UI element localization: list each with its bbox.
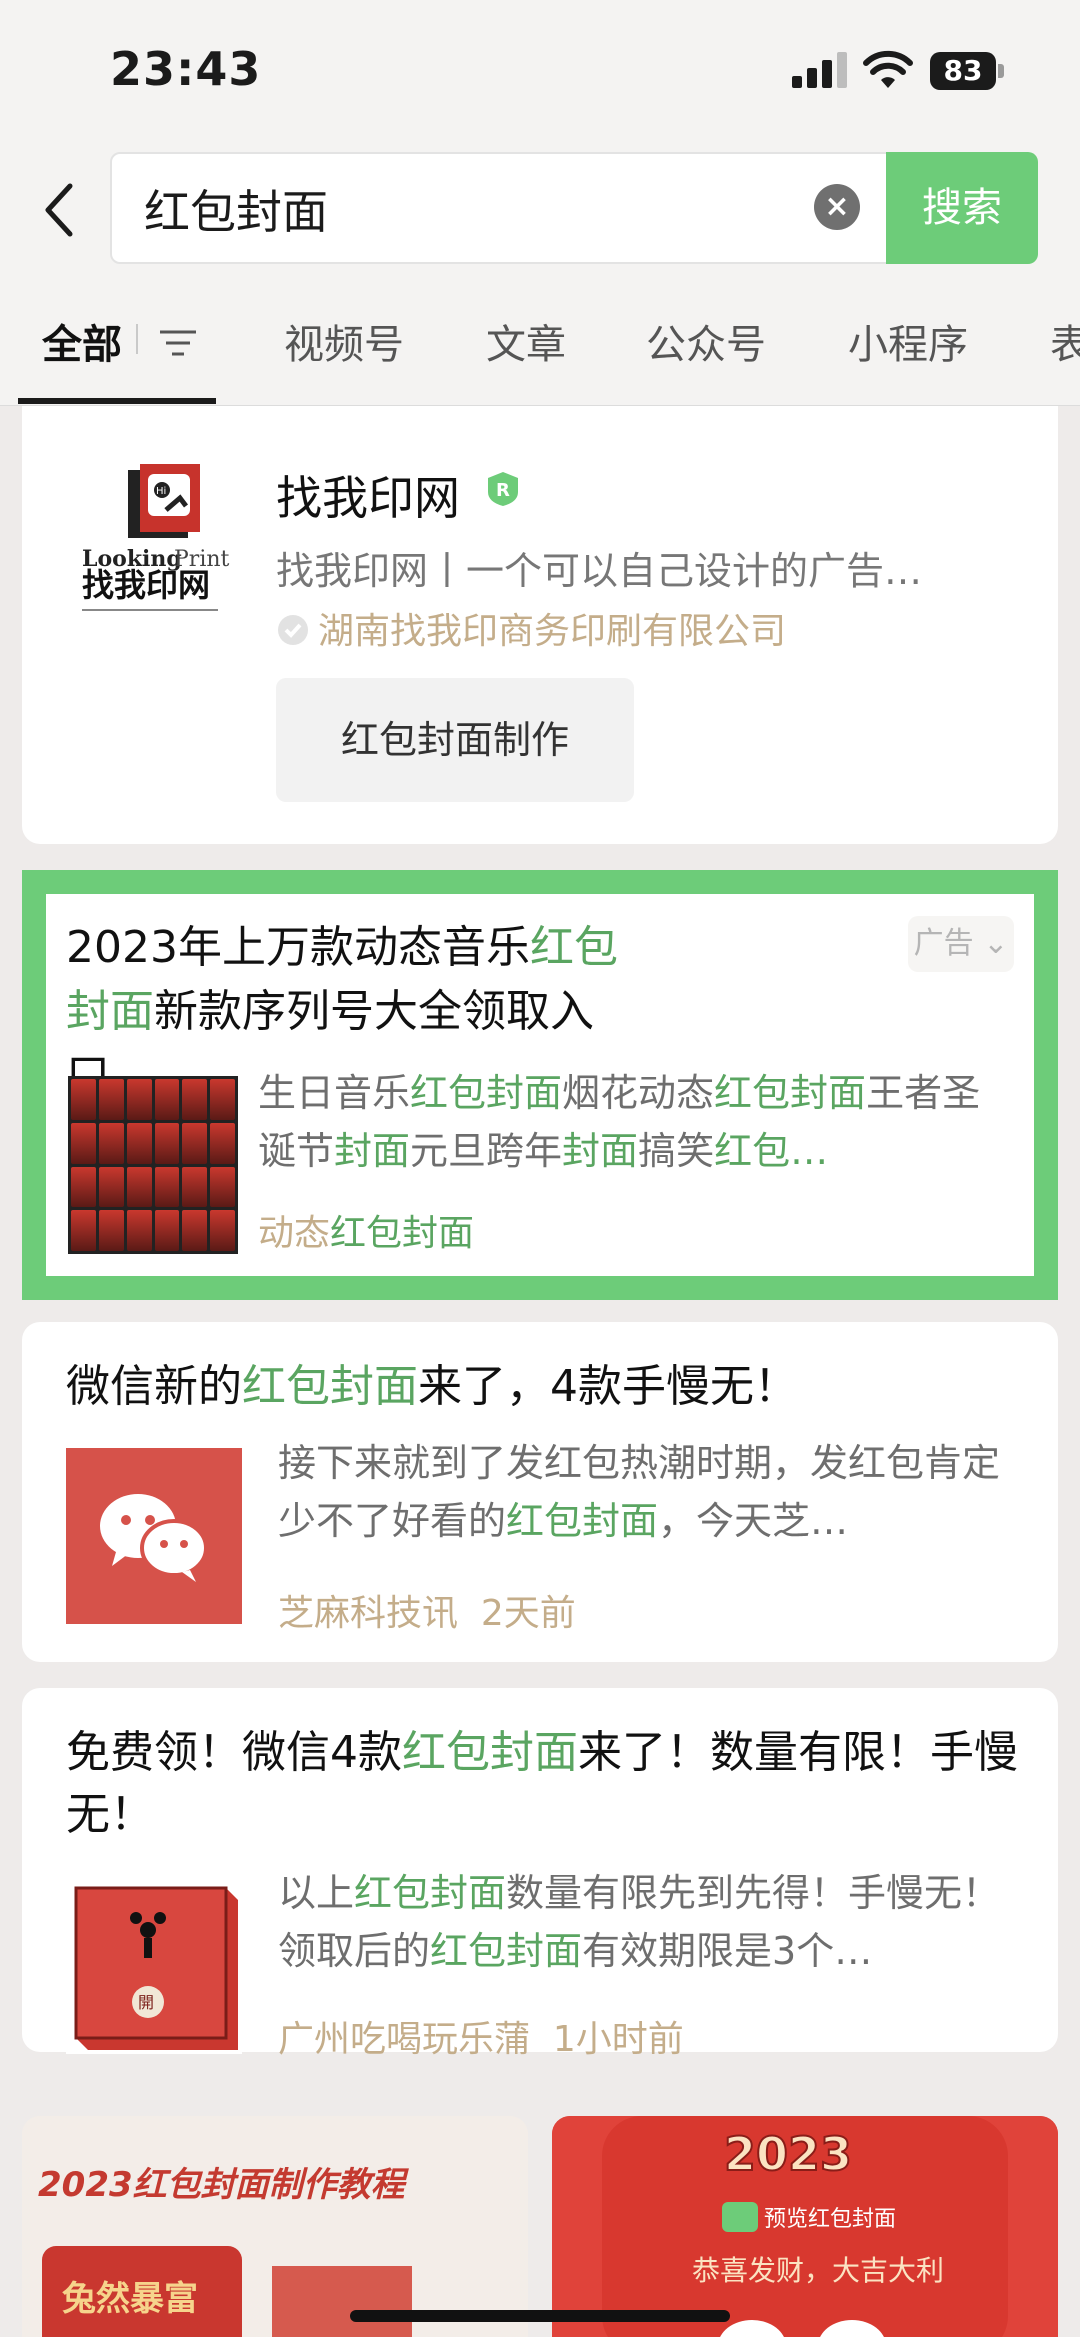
clear-icon[interactable]: × — [814, 184, 860, 230]
home-indicator — [350, 2310, 730, 2322]
article-description: 以上红包封面数量有限先到先得！手慢无！领取后的红包封面有效期限是3个… — [278, 1871, 1001, 1973]
ad-badge[interactable]: 广告 ⌄ — [908, 916, 1014, 972]
svg-text:找我印网: 找我印网 — [82, 566, 210, 604]
ad-description: 生日音乐红包封面烟花动态红包封面王者圣诞节封面元旦跨年封面搞笑红包… — [258, 1071, 981, 1173]
article-meta: 芝麻科技讯 2天前 — [278, 1593, 576, 1634]
svg-text:開: 開 — [138, 1993, 154, 2012]
battery-icon: 83 — [930, 52, 1004, 90]
account-card[interactable]: Hi Looking Print 找我印网 找我印网 R 找我印网丨一个可以自己… — [22, 406, 1058, 844]
video-thumbnail: 2023红包封面制作教程 兔然暴富 — [22, 2116, 528, 2337]
back-arrow-icon[interactable] — [40, 180, 80, 240]
tab-more[interactable]: 表 — [1050, 312, 1080, 370]
article-title[interactable]: 免费领！微信4款红包封面来了！数量有限！手慢无！ — [66, 1722, 1026, 1846]
video-thumbnail: 2023 预览红包封面 恭喜发财，大吉大利 — [552, 2116, 1058, 2337]
video-thumb-year: 2023 — [724, 2127, 852, 2181]
tab-channels[interactable]: 视频号 — [284, 312, 404, 370]
tab-all[interactable]: 全部 — [42, 312, 122, 370]
active-tab-indicator — [18, 398, 216, 404]
battery-level: 83 — [930, 52, 996, 90]
tab-mini-programs[interactable]: 小程序 — [848, 312, 968, 370]
video-thumb-title: 2023红包封面制作教程 — [38, 2165, 410, 2205]
video-card-preview[interactable]: 2023 预览红包封面 恭喜发财，大吉大利 — [552, 2116, 1058, 2337]
account-description: 找我印网丨一个可以自己设计的广告… — [276, 549, 923, 593]
registered-badge-icon: R — [488, 472, 518, 506]
cellular-signal-icon — [792, 52, 847, 88]
search-query[interactable]: 红包封面 — [144, 176, 328, 242]
video-thumb-preview: 预览红包封面 — [764, 2207, 896, 2232]
video-card-tutorial[interactable]: 2023红包封面制作教程 兔然暴富 — [22, 2116, 528, 2337]
verified-icon — [278, 615, 308, 645]
ad-card[interactable]: 2023年上万款动态音乐红包封面新款序列号大全领取入口 广告 ⌄ 生日音乐红包封… — [22, 870, 1058, 1300]
search-button[interactable]: 搜索 — [886, 152, 1038, 264]
account-name[interactable]: 找我印网 — [276, 462, 460, 528]
status-bar: 23:43 83 — [0, 0, 1080, 140]
article-meta: 广州吃喝玩乐蒲 1小时前 — [278, 2019, 684, 2060]
filter-icon[interactable] — [158, 328, 198, 358]
filter-tabs: 全部 视频号 文章 公众号 小程序 表 — [0, 270, 1080, 406]
article-thumbnail — [66, 1448, 242, 1624]
search-input[interactable]: 红包封面 × 搜索 — [110, 152, 1038, 264]
video-thumb-sub: 兔然暴富 — [62, 2279, 198, 2319]
status-time: 23:43 — [110, 42, 262, 96]
article-title[interactable]: 微信新的红包封面来了，4款手慢无！ — [66, 1356, 1026, 1418]
tab-articles[interactable]: 文章 — [486, 312, 566, 370]
article-card[interactable]: 免费领！微信4款红包封面来了！数量有限！手慢无！ 開 以上红包封面数量有限先到先… — [22, 1688, 1058, 2060]
account-verification: 湖南找我印商务印刷有限公司 — [276, 602, 786, 654]
article-card[interactable]: 微信新的红包封面来了，4款手慢无！ 接下来就到了发红包热潮时期，发红包肯定少不了… — [22, 1322, 1058, 1662]
article-thumbnail: 開 — [66, 1878, 242, 2054]
account-logo: Hi Looking Print 找我印网 — [82, 464, 230, 614]
ad-thumbnail — [68, 1076, 238, 1254]
red-envelope-cover-button[interactable]: 红包封面制作 — [276, 678, 634, 802]
verification-company: 湖南找我印商务印刷有限公司 — [318, 611, 787, 652]
svg-text:R: R — [496, 480, 510, 501]
article-description: 接下来就到了发红包热潮时期，发红包肯定少不了好看的红包封面，今天芝… — [278, 1441, 1001, 1543]
video-thumb-text: 恭喜发财，大吉大利 — [692, 2254, 944, 2287]
wifi-icon — [863, 50, 913, 88]
svg-text:Hi: Hi — [156, 486, 166, 497]
search-header: 红包封面 × 搜索 — [0, 140, 1080, 270]
tab-official-accounts[interactable]: 公众号 — [646, 312, 766, 370]
ad-source: 动态红包封面 — [258, 1213, 475, 1254]
